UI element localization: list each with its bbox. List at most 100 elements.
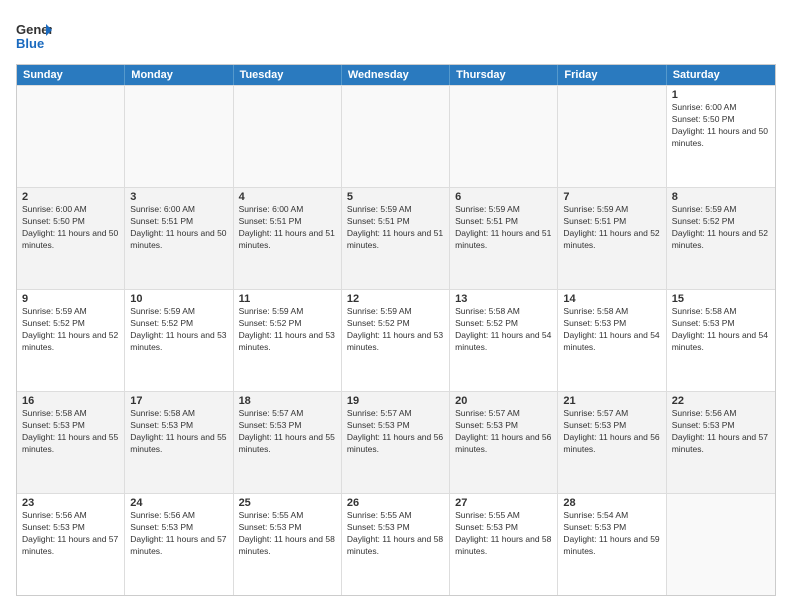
day-number: 11 [239, 293, 336, 305]
day-cell-2: 2Sunrise: 6:00 AM Sunset: 5:50 PM Daylig… [17, 188, 125, 289]
day-number: 7 [563, 191, 660, 203]
day-cell-9: 9Sunrise: 5:59 AM Sunset: 5:52 PM Daylig… [17, 290, 125, 391]
empty-cell [234, 86, 342, 187]
empty-cell [450, 86, 558, 187]
day-info: Sunrise: 5:55 AM Sunset: 5:53 PM Dayligh… [239, 510, 336, 558]
empty-cell [342, 86, 450, 187]
day-info: Sunrise: 6:00 AM Sunset: 5:50 PM Dayligh… [672, 102, 770, 150]
page-header: General Blue [16, 16, 776, 56]
day-cell-18: 18Sunrise: 5:57 AM Sunset: 5:53 PM Dayli… [234, 392, 342, 493]
day-number: 8 [672, 191, 770, 203]
empty-cell [125, 86, 233, 187]
day-number: 17 [130, 395, 227, 407]
calendar-header: SundayMondayTuesdayWednesdayThursdayFrid… [17, 65, 775, 85]
day-number: 20 [455, 395, 552, 407]
day-number: 1 [672, 89, 770, 101]
header-cell-monday: Monday [125, 65, 233, 85]
day-info: Sunrise: 5:59 AM Sunset: 5:52 PM Dayligh… [239, 306, 336, 354]
day-info: Sunrise: 5:55 AM Sunset: 5:53 PM Dayligh… [347, 510, 444, 558]
day-cell-16: 16Sunrise: 5:58 AM Sunset: 5:53 PM Dayli… [17, 392, 125, 493]
day-info: Sunrise: 5:59 AM Sunset: 5:52 PM Dayligh… [672, 204, 770, 252]
day-number: 25 [239, 497, 336, 509]
day-info: Sunrise: 5:59 AM Sunset: 5:52 PM Dayligh… [22, 306, 119, 354]
day-number: 2 [22, 191, 119, 203]
day-number: 27 [455, 497, 552, 509]
day-cell-28: 28Sunrise: 5:54 AM Sunset: 5:53 PM Dayli… [558, 494, 666, 595]
day-number: 18 [239, 395, 336, 407]
day-number: 26 [347, 497, 444, 509]
empty-cell [667, 494, 775, 595]
header-cell-sunday: Sunday [17, 65, 125, 85]
day-cell-24: 24Sunrise: 5:56 AM Sunset: 5:53 PM Dayli… [125, 494, 233, 595]
day-cell-21: 21Sunrise: 5:57 AM Sunset: 5:53 PM Dayli… [558, 392, 666, 493]
day-info: Sunrise: 5:57 AM Sunset: 5:53 PM Dayligh… [347, 408, 444, 456]
day-info: Sunrise: 5:59 AM Sunset: 5:52 PM Dayligh… [347, 306, 444, 354]
day-cell-12: 12Sunrise: 5:59 AM Sunset: 5:52 PM Dayli… [342, 290, 450, 391]
day-cell-17: 17Sunrise: 5:58 AM Sunset: 5:53 PM Dayli… [125, 392, 233, 493]
day-info: Sunrise: 5:59 AM Sunset: 5:51 PM Dayligh… [563, 204, 660, 252]
day-cell-7: 7Sunrise: 5:59 AM Sunset: 5:51 PM Daylig… [558, 188, 666, 289]
day-number: 22 [672, 395, 770, 407]
day-cell-19: 19Sunrise: 5:57 AM Sunset: 5:53 PM Dayli… [342, 392, 450, 493]
day-info: Sunrise: 5:58 AM Sunset: 5:53 PM Dayligh… [563, 306, 660, 354]
header-cell-thursday: Thursday [450, 65, 558, 85]
day-cell-13: 13Sunrise: 5:58 AM Sunset: 5:52 PM Dayli… [450, 290, 558, 391]
day-number: 9 [22, 293, 119, 305]
header-cell-tuesday: Tuesday [234, 65, 342, 85]
day-cell-1: 1Sunrise: 6:00 AM Sunset: 5:50 PM Daylig… [667, 86, 775, 187]
header-cell-wednesday: Wednesday [342, 65, 450, 85]
day-number: 3 [130, 191, 227, 203]
day-cell-14: 14Sunrise: 5:58 AM Sunset: 5:53 PM Dayli… [558, 290, 666, 391]
day-cell-11: 11Sunrise: 5:59 AM Sunset: 5:52 PM Dayli… [234, 290, 342, 391]
day-number: 28 [563, 497, 660, 509]
day-cell-23: 23Sunrise: 5:56 AM Sunset: 5:53 PM Dayli… [17, 494, 125, 595]
day-cell-8: 8Sunrise: 5:59 AM Sunset: 5:52 PM Daylig… [667, 188, 775, 289]
day-number: 10 [130, 293, 227, 305]
day-number: 23 [22, 497, 119, 509]
calendar-week-2: 2Sunrise: 6:00 AM Sunset: 5:50 PM Daylig… [17, 187, 775, 289]
day-info: Sunrise: 5:57 AM Sunset: 5:53 PM Dayligh… [455, 408, 552, 456]
day-cell-26: 26Sunrise: 5:55 AM Sunset: 5:53 PM Dayli… [342, 494, 450, 595]
day-cell-10: 10Sunrise: 5:59 AM Sunset: 5:52 PM Dayli… [125, 290, 233, 391]
day-cell-27: 27Sunrise: 5:55 AM Sunset: 5:53 PM Dayli… [450, 494, 558, 595]
day-cell-15: 15Sunrise: 5:58 AM Sunset: 5:53 PM Dayli… [667, 290, 775, 391]
logo: General Blue [16, 16, 52, 56]
calendar-week-3: 9Sunrise: 5:59 AM Sunset: 5:52 PM Daylig… [17, 289, 775, 391]
day-info: Sunrise: 5:55 AM Sunset: 5:53 PM Dayligh… [455, 510, 552, 558]
empty-cell [558, 86, 666, 187]
day-info: Sunrise: 6:00 AM Sunset: 5:51 PM Dayligh… [239, 204, 336, 252]
day-info: Sunrise: 6:00 AM Sunset: 5:50 PM Dayligh… [22, 204, 119, 252]
logo-icon: General Blue [16, 16, 52, 56]
calendar: SundayMondayTuesdayWednesdayThursdayFrid… [16, 64, 776, 596]
day-info: Sunrise: 6:00 AM Sunset: 5:51 PM Dayligh… [130, 204, 227, 252]
day-info: Sunrise: 5:57 AM Sunset: 5:53 PM Dayligh… [239, 408, 336, 456]
day-cell-20: 20Sunrise: 5:57 AM Sunset: 5:53 PM Dayli… [450, 392, 558, 493]
day-number: 6 [455, 191, 552, 203]
header-cell-friday: Friday [558, 65, 666, 85]
day-info: Sunrise: 5:58 AM Sunset: 5:53 PM Dayligh… [130, 408, 227, 456]
day-info: Sunrise: 5:58 AM Sunset: 5:53 PM Dayligh… [22, 408, 119, 456]
day-cell-25: 25Sunrise: 5:55 AM Sunset: 5:53 PM Dayli… [234, 494, 342, 595]
calendar-week-4: 16Sunrise: 5:58 AM Sunset: 5:53 PM Dayli… [17, 391, 775, 493]
day-number: 13 [455, 293, 552, 305]
day-info: Sunrise: 5:54 AM Sunset: 5:53 PM Dayligh… [563, 510, 660, 558]
day-info: Sunrise: 5:57 AM Sunset: 5:53 PM Dayligh… [563, 408, 660, 456]
day-number: 19 [347, 395, 444, 407]
svg-text:Blue: Blue [16, 36, 44, 51]
day-cell-5: 5Sunrise: 5:59 AM Sunset: 5:51 PM Daylig… [342, 188, 450, 289]
day-number: 12 [347, 293, 444, 305]
day-number: 16 [22, 395, 119, 407]
header-cell-saturday: Saturday [667, 65, 775, 85]
day-info: Sunrise: 5:59 AM Sunset: 5:52 PM Dayligh… [130, 306, 227, 354]
day-cell-22: 22Sunrise: 5:56 AM Sunset: 5:53 PM Dayli… [667, 392, 775, 493]
day-number: 14 [563, 293, 660, 305]
day-info: Sunrise: 5:56 AM Sunset: 5:53 PM Dayligh… [130, 510, 227, 558]
day-number: 24 [130, 497, 227, 509]
day-info: Sunrise: 5:58 AM Sunset: 5:53 PM Dayligh… [672, 306, 770, 354]
day-info: Sunrise: 5:56 AM Sunset: 5:53 PM Dayligh… [22, 510, 119, 558]
day-cell-4: 4Sunrise: 6:00 AM Sunset: 5:51 PM Daylig… [234, 188, 342, 289]
day-info: Sunrise: 5:56 AM Sunset: 5:53 PM Dayligh… [672, 408, 770, 456]
empty-cell [17, 86, 125, 187]
day-info: Sunrise: 5:59 AM Sunset: 5:51 PM Dayligh… [455, 204, 552, 252]
day-cell-6: 6Sunrise: 5:59 AM Sunset: 5:51 PM Daylig… [450, 188, 558, 289]
